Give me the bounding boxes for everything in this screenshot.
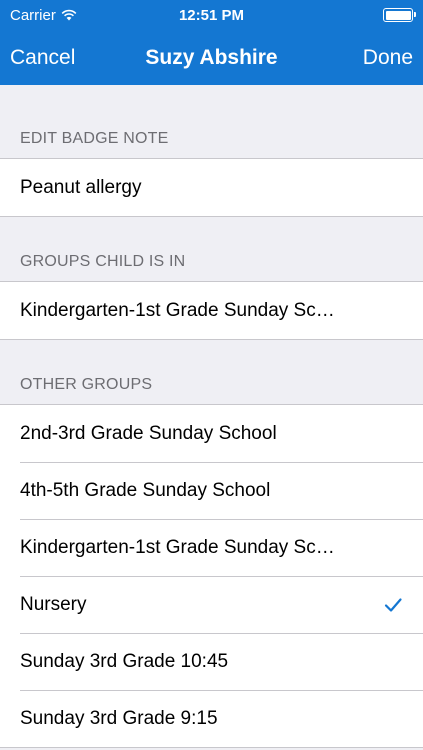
badge-note-value: Peanut allergy bbox=[20, 176, 142, 198]
list-item-label: Sunday 3rd Grade 10:45 bbox=[20, 650, 229, 672]
battery-icon bbox=[383, 8, 416, 22]
list-item-label: 4th-5th Grade Sunday School bbox=[20, 479, 271, 501]
cancel-button[interactable]: Cancel bbox=[10, 46, 75, 70]
list-item-label: 2nd-3rd Grade Sunday School bbox=[20, 422, 277, 444]
checkmark-icon bbox=[384, 597, 402, 612]
badge-note-group: Peanut allergy bbox=[0, 158, 423, 217]
list-item-label: Sunday 3rd Grade 9:15 bbox=[20, 707, 218, 729]
section-header-badge-note: EDIT BADGE NOTE bbox=[20, 130, 169, 147]
status-time: 12:51 PM bbox=[178, 6, 245, 24]
list-item[interactable]: Nursery bbox=[0, 576, 423, 633]
section-header-other-groups: OTHER GROUPS bbox=[20, 376, 153, 393]
list-item[interactable]: Sunday 3rd Grade 9:15 bbox=[0, 690, 423, 747]
section-header-groups-in: GROUPS CHILD IS IN bbox=[20, 253, 186, 270]
list-item[interactable]: Kindergarten-1st Grade Sunday Sc… bbox=[0, 519, 423, 576]
badge-note-field[interactable]: Peanut allergy bbox=[0, 159, 423, 216]
list-item[interactable]: 2nd-3rd Grade Sunday School bbox=[0, 405, 423, 462]
header: Carrier 12:51 PM Cancel Suzy Abshire Don… bbox=[0, 0, 423, 85]
list-item[interactable]: Kindergarten-1st Grade Sunday Sc… bbox=[0, 282, 423, 339]
list-item-label: Kindergarten-1st Grade Sunday Sc… bbox=[20, 299, 335, 321]
groups-in-list: Kindergarten-1st Grade Sunday Sc… bbox=[0, 281, 423, 340]
list-item[interactable]: 4th-5th Grade Sunday School bbox=[0, 462, 423, 519]
navigation-bar: Cancel Suzy Abshire Done bbox=[0, 30, 423, 85]
list-item-label: Kindergarten-1st Grade Sunday Sc… bbox=[20, 536, 335, 558]
other-groups-list: 2nd-3rd Grade Sunday School 4th-5th Grad… bbox=[0, 404, 423, 748]
status-bar: Carrier 12:51 PM bbox=[0, 0, 423, 30]
list-item[interactable]: Sunday 3rd Grade 10:45 bbox=[0, 633, 423, 690]
list-item-label: Nursery bbox=[20, 593, 87, 615]
done-button[interactable]: Done bbox=[363, 46, 413, 70]
